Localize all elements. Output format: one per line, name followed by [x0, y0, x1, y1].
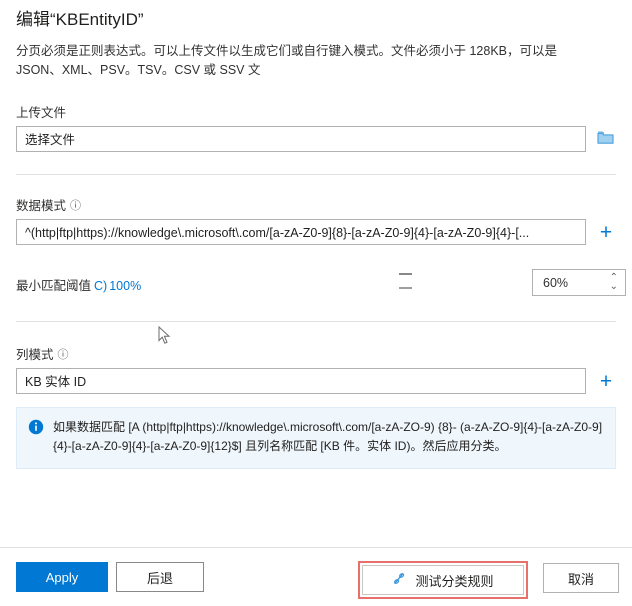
threshold-label-suffix: C) — [94, 278, 108, 293]
upload-file-label: 上传文件 — [16, 102, 616, 121]
threshold-max-percent: 100% — [109, 278, 142, 293]
slider-track-mark-upper — [399, 273, 412, 275]
panel-footer: Apply 后退 测试分类规则 取消 — [0, 547, 632, 606]
data-pattern-input[interactable]: ^(http|ftp|https)://knowledge\.microsoft… — [16, 219, 586, 245]
rule-summary-text: 如果数据匹配 [A (http|ftp|https)://knowledge\.… — [53, 420, 603, 453]
folder-icon — [597, 130, 614, 148]
mouse-cursor-icon — [158, 325, 171, 345]
column-pattern-input[interactable]: KB 实体 ID — [16, 368, 586, 394]
add-data-pattern-button[interactable]: + — [595, 221, 617, 243]
back-button[interactable]: 后退 — [116, 562, 204, 592]
data-pattern-info-icon[interactable]: ⓘ — [70, 197, 81, 213]
min-match-threshold-group: 最小匹配阈值 C) 100% 60% ⌃ ⌄ — [16, 269, 626, 299]
add-column-pattern-button[interactable]: + — [595, 370, 617, 392]
upload-file-label-text: 上传文件 — [16, 106, 67, 120]
chevron-down-icon[interactable]: ⌄ — [610, 282, 618, 292]
panel-content: 编辑“KBEntityID” 分页必须是正则表达式。可以上传文件以生成它们或自行… — [0, 0, 632, 152]
threshold-value: 60% — [543, 275, 569, 290]
browse-folder-button[interactable] — [595, 128, 616, 150]
min-match-threshold-row: 最小匹配阈值 C) 100% 60% ⌃ ⌄ — [16, 269, 626, 299]
rule-summary-banner: 如果数据匹配 [A (http|ftp|https)://knowledge\.… — [16, 407, 616, 469]
column-pattern-label: 列模式 ⓘ — [16, 344, 616, 363]
column-pattern-label-text: 列模式 — [16, 348, 54, 362]
threshold-slider[interactable] — [399, 271, 419, 295]
edit-classifier-panel: 编辑“KBEntityID” 分页必须是正则表达式。可以上传文件以生成它们或自行… — [0, 0, 632, 606]
panel-description: 分页必须是正则表达式。可以上传文件以生成它们或自行键入模式。文件必须小于 128… — [16, 44, 558, 77]
test-classification-rule-label: 测试分类规则 — [415, 573, 494, 589]
slider-track-mark-lower — [399, 287, 412, 289]
test-classification-rule-highlight: 测试分类规则 — [358, 561, 528, 599]
threshold-spinner[interactable]: 60% ⌃ ⌄ — [532, 269, 626, 296]
cancel-button[interactable]: 取消 — [543, 563, 619, 593]
upload-file-row: 选择文件 — [16, 126, 616, 152]
column-pattern-row: KB 实体 ID + — [16, 368, 616, 394]
threshold-stepper[interactable]: ⌃ ⌄ — [610, 273, 618, 292]
data-pattern-label-text: 数据模式 — [16, 199, 67, 213]
column-pattern-info-icon[interactable]: ⓘ — [58, 346, 69, 362]
divider-threshold — [16, 321, 616, 322]
flask-icon — [392, 571, 407, 589]
data-pattern-label: 数据模式 ⓘ — [16, 195, 616, 214]
page-title: 编辑“KBEntityID” — [16, 10, 144, 29]
test-classification-rule-button[interactable]: 测试分类规则 — [362, 565, 524, 595]
apply-button[interactable]: Apply — [16, 562, 108, 592]
data-pattern-group: 数据模式 ⓘ ^(http|ftp|https)://knowledge\.mi… — [16, 195, 616, 245]
threshold-label-text: 最小匹配阈值 — [16, 278, 92, 293]
upload-file-input[interactable]: 选择文件 — [16, 126, 586, 152]
column-pattern-group: 列模式 ⓘ KB 实体 ID + — [16, 344, 616, 394]
upload-file-group: 上传文件 选择文件 — [16, 102, 616, 152]
divider-upload — [16, 174, 616, 175]
min-match-threshold-label: 最小匹配阈值 C) 100% — [16, 275, 141, 294]
data-pattern-row: ^(http|ftp|https)://knowledge\.microsoft… — [16, 219, 616, 245]
info-icon — [28, 419, 44, 456]
